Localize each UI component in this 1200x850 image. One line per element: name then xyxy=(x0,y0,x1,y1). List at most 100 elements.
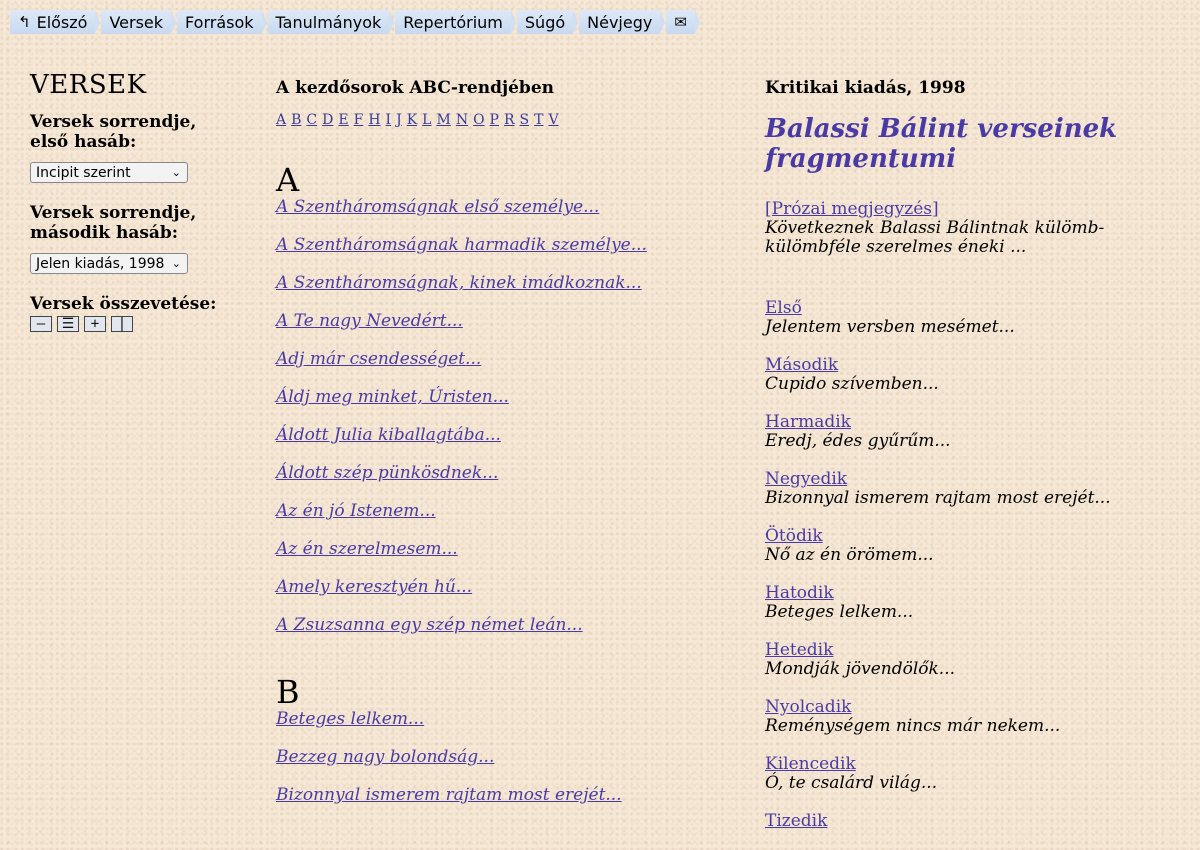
nav-sugo[interactable]: Súgó xyxy=(516,10,579,34)
alphabet-link[interactable]: I xyxy=(386,112,392,128)
alphabet-link[interactable]: C xyxy=(306,112,317,128)
nav-label: Versek xyxy=(109,12,164,32)
poem-link[interactable]: Az én jó Istenem... xyxy=(276,500,736,522)
poem-link[interactable]: Beteges lelkem... xyxy=(276,708,736,730)
chevron-down-icon: ⌄ xyxy=(171,257,181,270)
poem-link[interactable]: Bezzeg nagy bolondság... xyxy=(276,746,736,768)
chevron-down-icon: ⌄ xyxy=(171,166,181,179)
edition-entry: Harmadik Eredj, édes gyűrűm... xyxy=(765,413,1185,451)
alphabet-link[interactable]: P xyxy=(490,112,499,128)
poem-link[interactable]: A Te nagy Nevedért... xyxy=(276,310,736,332)
alphabet-link[interactable]: V xyxy=(548,112,558,128)
incipit-column: A kezdősorok ABC-rendjében ABCDEFHIJKLMN… xyxy=(276,70,736,822)
compare-label: Versek összevetése: xyxy=(30,294,217,314)
compare-single-button[interactable]: — xyxy=(30,316,52,332)
nav-tanulmanyok[interactable]: Tanulmányok xyxy=(267,10,394,34)
compare-split-button[interactable]: | xyxy=(111,316,133,332)
edition-entry-incipit: Nő az én örömem... xyxy=(765,545,934,565)
order-first-label: Versek sorrendje, első hasáb: xyxy=(30,112,197,152)
edition-entry-incipit: Cupido szívemben... xyxy=(765,374,939,394)
poem-link[interactable]: Áldott Julia kiballagtába... xyxy=(276,424,736,446)
edition-column: Kritikai kiadás, 1998 Balassi Bálint ver… xyxy=(765,70,1185,850)
edition-entry-incipit: Jelentem versben mesémet... xyxy=(765,317,1015,337)
edition-title: Balassi Bálint verseinek fragmentumi xyxy=(765,114,1118,174)
compare-double-button[interactable]: ☰ xyxy=(57,316,79,332)
edition-entry-link[interactable]: Nyolcadik xyxy=(765,698,1185,717)
edition-entry: Nyolcadik Reménységem nincs már nekem... xyxy=(765,698,1185,736)
nav-mail[interactable]: ✉ xyxy=(666,10,700,34)
alphabet-link[interactable]: H xyxy=(368,112,380,128)
alphabet-link[interactable]: R xyxy=(504,112,515,128)
section-letter: A xyxy=(276,161,300,199)
edition-entry-link[interactable]: Harmadik xyxy=(765,413,1185,432)
compare-buttons: — ☰ + | xyxy=(30,316,230,332)
alphabet-link[interactable]: E xyxy=(338,112,348,128)
alphabet-link[interactable]: L xyxy=(422,112,431,128)
nav-versek[interactable]: Versek xyxy=(101,10,176,34)
nav-forrasok[interactable]: Források xyxy=(177,10,267,34)
edition-entry: Negyedik Bizonnyal ismerem rajtam most er… xyxy=(765,470,1185,508)
nav-label: Előszó xyxy=(36,12,88,32)
alphabet-link[interactable]: A xyxy=(276,112,286,128)
mail-icon: ✉ xyxy=(674,13,687,31)
edition-entry-incipit: Reménységem nincs már nekem... xyxy=(765,716,1061,736)
alphabet-link[interactable]: K xyxy=(407,112,417,128)
poem-link[interactable]: Az én szerelmesem... xyxy=(276,538,736,560)
alphabet-link[interactable]: S xyxy=(520,112,530,128)
poem-link[interactable]: Áldj meg minket, Úristen... xyxy=(276,386,736,408)
arrow-icon: ↰ xyxy=(18,13,31,31)
alphabet-link[interactable]: F xyxy=(354,112,364,128)
alphabet-link[interactable]: T xyxy=(534,112,543,128)
poem-link[interactable]: A Zsuzsanna egy szép német leán... xyxy=(276,614,736,636)
edition-entry-link[interactable]: Kilencedik xyxy=(765,755,1185,774)
nav-label: Súgó xyxy=(524,12,566,32)
top-nav: ↰ Előszó Versek Források Tanulmányok Rep… xyxy=(10,9,700,35)
edition-entry-link[interactable]: Ötödik xyxy=(765,527,1185,546)
edition-entry: Második Cupido szívemben... xyxy=(765,356,1185,394)
poem-link[interactable]: A Szentháromságnak első személye... xyxy=(276,196,736,218)
poem-link[interactable]: Áldott szép pünkösdnek... xyxy=(276,462,736,484)
order-second-select[interactable]: Jelen kiadás, 1998 ⌄ xyxy=(30,253,188,274)
alphabet-link[interactable]: B xyxy=(291,112,301,128)
alphabet-link[interactable]: N xyxy=(456,112,468,128)
prose-note-link[interactable]: [Prózai megjegyzés] xyxy=(765,200,1185,219)
nav-label: Névjegy xyxy=(587,12,653,32)
nav-repertorium[interactable]: Repertórium xyxy=(395,10,516,34)
alphabet-link[interactable]: D xyxy=(322,112,333,128)
poem-sections: AA Szentháromságnak első személye... A Sz… xyxy=(276,164,736,806)
select-value: Incipit szerint xyxy=(36,164,131,181)
edition-entry: Hatodik Beteges lelkem... xyxy=(765,584,1185,622)
edition-entry-incipit: Eredj, édes gyűrűm... xyxy=(765,431,951,451)
section-letter: B xyxy=(276,673,300,711)
alphabet-link[interactable]: J xyxy=(396,112,402,128)
page-title: VERSEK xyxy=(30,70,147,100)
edition-entry-link[interactable]: Hatodik xyxy=(765,584,1185,603)
edition-entry-incipit: Beteges lelkem... xyxy=(765,602,914,622)
edition-heading: Kritikai kiadás, 1998 xyxy=(765,78,966,98)
edition-entry-link[interactable]: Negyedik xyxy=(765,470,1185,489)
edition-entry: Tizedik xyxy=(765,812,1185,831)
nav-label: Források xyxy=(185,12,254,32)
edition-entry-link[interactable]: Második xyxy=(765,356,1185,375)
poem-link[interactable]: A Szentháromságnak, kinek imádkoznak... xyxy=(276,272,736,294)
nav-nevjegy[interactable]: Névjegy xyxy=(579,10,666,34)
alphabet-link[interactable]: O xyxy=(473,112,484,128)
nav-eloszo[interactable]: ↰ Előszó xyxy=(10,10,101,34)
edition-entry-link[interactable]: Tizedik xyxy=(765,812,1185,831)
alphabet-link[interactable]: M xyxy=(436,112,450,128)
edition-entry-incipit: Ó, te csalárd világ... xyxy=(765,773,938,793)
poem-link[interactable]: Adj már csendességet... xyxy=(276,348,736,370)
edition-entry-link[interactable]: Hetedik xyxy=(765,641,1185,660)
poem-link[interactable]: Bizonnyal ismerem rajtam most erejét... xyxy=(276,784,736,806)
edition-entry: Kilencedik Ó, te csalárd világ... xyxy=(765,755,1185,793)
nav-label: Tanulmányok xyxy=(275,12,382,32)
order-second-label: Versek sorrendje, második hasáb: xyxy=(30,203,197,243)
compare-add-button[interactable]: + xyxy=(84,316,106,332)
order-first-select[interactable]: Incipit szerint ⌄ xyxy=(30,162,188,183)
edition-entry: Ötödik Nő az én örömem... xyxy=(765,527,1185,565)
edition-entry-incipit: Mondják jövendölők... xyxy=(765,659,956,679)
edition-entry-link[interactable]: Első xyxy=(765,299,1185,318)
poem-link[interactable]: A Szentháromságnak harmadik személye... xyxy=(276,234,736,256)
poem-link[interactable]: Amely keresztyén hű... xyxy=(276,576,736,598)
